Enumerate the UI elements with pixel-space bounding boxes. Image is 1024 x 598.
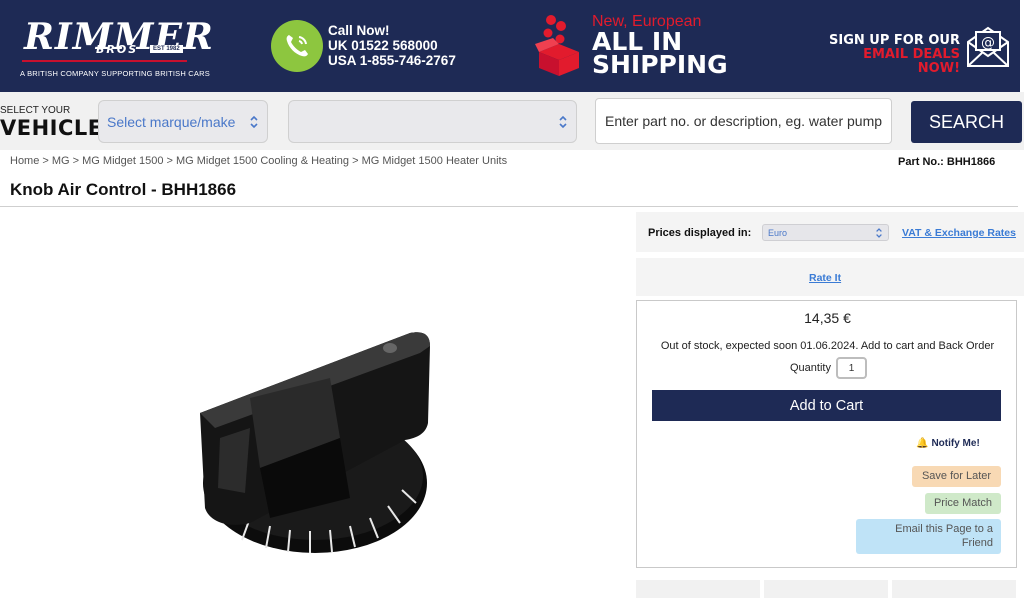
vehicle-search-bar: SELECT YOUR VEHICLE Select marque/make S… [0, 92, 1024, 150]
quantity-input[interactable] [836, 357, 867, 379]
logo-tagline: A BRITISH COMPANY SUPPORTING BRITISH CAR… [20, 69, 210, 78]
call-usa: USA 1-855-746-2767 [328, 53, 456, 68]
email-friend-button[interactable]: Email this Page to a Friend [856, 519, 1001, 554]
title-divider [0, 206, 1018, 207]
bottom-tabs [636, 580, 1024, 598]
signup-line2: EMAIL DEALS NOW! [863, 47, 960, 76]
notify-me-label: Notify Me! [931, 438, 980, 449]
email-envelope-icon[interactable]: @ [964, 22, 1012, 70]
logo-sub: BROS [96, 43, 139, 56]
search-button[interactable]: SEARCH [911, 101, 1022, 143]
bottom-tab[interactable] [764, 580, 888, 598]
bottom-tab[interactable] [892, 580, 1016, 598]
select-your-label: SELECT YOUR [0, 105, 71, 116]
breadcrumb[interactable]: Home > MG > MG Midget 1500 > MG Midget 1… [10, 155, 507, 167]
save-for-later-button[interactable]: Save for Later [912, 466, 1001, 487]
currency-select[interactable]: Euro [762, 224, 889, 241]
currency-value: Euro [768, 228, 788, 238]
notify-me-link[interactable]: 🔔 Notify Me! [916, 438, 980, 449]
select-chevron-icon [250, 115, 258, 129]
model-select[interactable] [288, 100, 577, 143]
buy-box: 14,35 € Out of stock, expected soon 01.0… [636, 300, 1017, 568]
phone-icon[interactable] [271, 20, 323, 72]
page-title: Knob Air Control - BHH1866 [10, 180, 237, 199]
prices-displayed-label: Prices displayed in: [648, 227, 752, 239]
svg-text:@: @ [981, 35, 995, 51]
call-title: Call Now! [328, 23, 390, 38]
stock-status: Out of stock, expected soon 01.06.2024. … [660, 340, 995, 352]
logo-est: EST 1982 [150, 45, 183, 53]
call-now-block[interactable]: Call Now! UK 01522 568000 USA 1-855-746-… [328, 23, 456, 68]
signup-line1: SIGN UP FOR OUR [829, 33, 960, 48]
rimmer-logo[interactable]: RIMMER BROS EST 1982 A BRITISH COMPANY S… [18, 16, 213, 81]
product-price: 14,35 € [804, 310, 851, 326]
quantity-label: Quantity [790, 362, 831, 374]
product-image[interactable] [190, 318, 450, 568]
rate-it-link[interactable]: Rate It [809, 272, 841, 284]
select-chevron-icon [559, 115, 567, 129]
email-signup[interactable]: SIGN UP FOR OUR EMAIL DEALS NOW! [820, 34, 960, 76]
shipping-headline[interactable]: ALL IN SHIPPING [592, 29, 728, 79]
call-uk: UK 01522 568000 [328, 38, 438, 53]
header-banner: RIMMER BROS EST 1982 A BRITISH COMPANY S… [0, 0, 1020, 92]
logo-underline [22, 60, 187, 62]
add-to-cart-button[interactable]: Add to Cart [652, 390, 1001, 421]
email-friend-line2: Friend [961, 537, 993, 549]
bottom-tab[interactable] [636, 580, 760, 598]
bell-icon: 🔔 [916, 438, 929, 449]
rate-it-row: Rate It [636, 258, 1024, 296]
part-search-input[interactable] [595, 98, 892, 144]
shipping-box-icon [535, 15, 579, 76]
marque-select[interactable]: Select marque/make [98, 100, 268, 143]
vehicle-label: VEHICLE [0, 116, 103, 140]
vat-exchange-link[interactable]: VAT & Exchange Rates [902, 227, 1016, 239]
select-chevron-icon [876, 228, 882, 238]
prices-displayed-row: Prices displayed in: Euro VAT & Exchange… [636, 212, 1024, 252]
marque-select-value: Select marque/make [107, 114, 236, 130]
shipping-line2: SHIPPING [592, 50, 728, 79]
price-match-button[interactable]: Price Match [925, 493, 1001, 514]
email-friend-line1: Email this Page to a [895, 523, 993, 535]
part-number: Part No.: BHH1866 [898, 156, 996, 168]
